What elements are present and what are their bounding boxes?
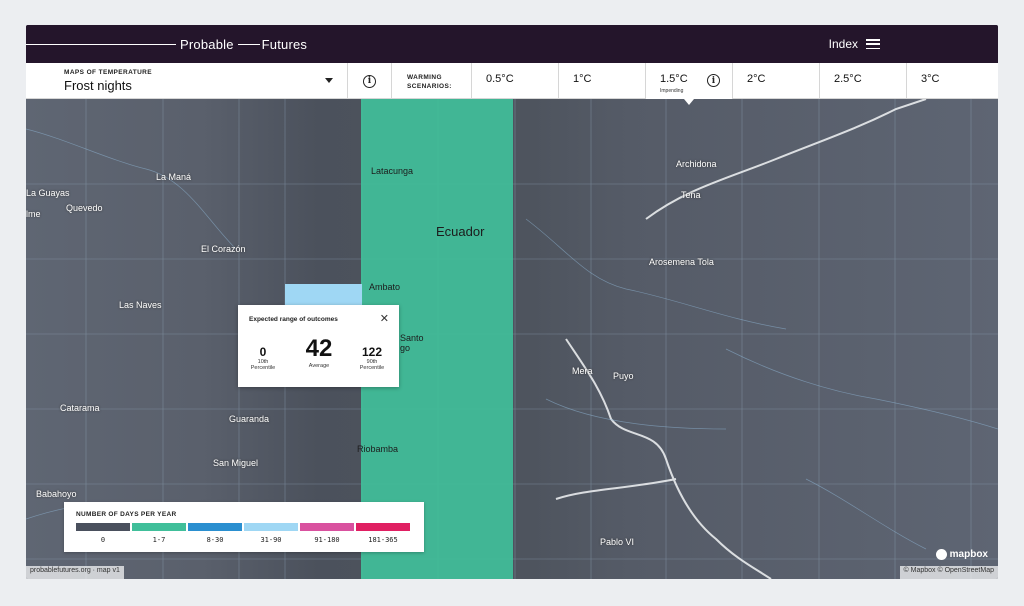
logo-line [237, 43, 260, 45]
map-label-san-miguel: San Miguel [213, 458, 259, 468]
map-label-riobamba: Riobamba [357, 444, 399, 454]
map-label-arosemena-tola: Arosemena Tola [649, 257, 714, 267]
map-title: Frost nights [64, 78, 132, 93]
map-label-la-guayas: La Guayas [26, 188, 70, 198]
legend: NUMBER OF DAYS PER YEAR 0 1-7 8-30 31-90… [64, 502, 424, 552]
map-label-tena: Tena [681, 190, 701, 200]
map-label-ecuador: Ecuador [436, 224, 485, 239]
legend-label: 8-30 [206, 536, 224, 544]
map-label-mera: Mera [572, 366, 593, 376]
map-label-guaranda: Guaranda [229, 414, 270, 424]
app-frame: Probable Futures Index MAPS OF TEMPERATU… [26, 25, 998, 579]
map-category: MAPS OF TEMPERATURE [64, 69, 153, 76]
index-label: Index [828, 37, 858, 51]
logo[interactable]: Probable Futures [26, 25, 307, 63]
mapbox-icon [935, 549, 947, 560]
scenario-label: 2.5°C [834, 73, 862, 85]
warming-label-line1: WARMING [407, 74, 442, 81]
index-menu-button[interactable]: Index [829, 25, 880, 63]
mapbox-logo[interactable]: mapbox [935, 549, 988, 560]
legend-title: NUMBER OF DAYS PER YEAR [76, 511, 177, 518]
attribution-left[interactable]: probablefutures.org · map v1 [26, 566, 124, 579]
map-label-las-naves: Las Naves [119, 300, 162, 310]
legend-swatch-4 [300, 523, 354, 531]
info-icon[interactable]: i [707, 74, 720, 87]
map-label-archidona: Archidona [676, 159, 717, 169]
scenario-label: 1°C [573, 73, 592, 85]
legend-label: 91-180 [314, 536, 340, 544]
legend-label: 31-90 [260, 536, 282, 544]
scenario-label: 1.5°C [660, 73, 688, 85]
scenario-0-5[interactable]: 0.5°C [472, 63, 559, 99]
map-label-la-mana: La Maná [156, 172, 192, 182]
scenario-label: 0.5°C [486, 73, 514, 85]
popup-title: Expected range of outcomes [249, 316, 338, 323]
legend-label: 181-365 [368, 536, 398, 544]
stat-90th: 122 90th Percentile [354, 345, 390, 371]
logo-word-probable: Probable [180, 36, 234, 52]
active-pointer [684, 99, 694, 105]
legend-swatch-1 [132, 523, 186, 531]
stat-label: Percentile [250, 365, 276, 371]
caret-down-icon [325, 78, 333, 83]
map-label-quevedo: Quevedo [66, 203, 103, 213]
stat-value: 0 [259, 345, 267, 359]
map-info-button[interactable]: i [348, 63, 392, 99]
legend-swatch-2 [188, 523, 242, 531]
attribution-right[interactable]: © Mapbox © OpenStreetMap [899, 566, 998, 579]
map-label-pablo-vi: Pablo VI [600, 537, 635, 547]
legend-label: 0 [100, 536, 106, 544]
legend-swatch-0 [76, 523, 130, 531]
warming-label-line2: SCENARIOS: [407, 83, 452, 90]
mapbox-wordmark: mapbox [949, 549, 988, 560]
stat-label: Average [308, 363, 330, 369]
stat-value: 42 [305, 335, 333, 362]
scenario-sublabel: Impending [660, 88, 684, 94]
map-label-santo: Santo [400, 333, 424, 343]
map-label-babahoyo: Babahoyo [36, 489, 77, 499]
scenario-2-5[interactable]: 2.5°C [820, 63, 907, 99]
legend-label: 1-7 [152, 536, 166, 544]
map-selector-dropdown[interactable]: MAPS OF TEMPERATURE Frost nights [26, 63, 348, 99]
legend-swatch-5 [356, 523, 410, 531]
legend-swatch-3 [244, 523, 298, 531]
map-label-go: go [400, 343, 411, 353]
controls-bar: MAPS OF TEMPERATURE Frost nights i WARMI… [26, 63, 998, 105]
info-icon: i [363, 74, 376, 88]
stat-10th: 0 10th Percentile [248, 345, 278, 371]
close-icon[interactable]: ✕ [380, 312, 389, 325]
map-label-el-corazon: El Corazón [201, 244, 246, 254]
logo-word-futures: Futures [261, 36, 308, 52]
scenario-label: 3°C [921, 73, 940, 85]
stat-value: 122 [361, 345, 383, 359]
map-label-catarama: Catarama [60, 403, 100, 413]
scenario-1[interactable]: 1°C [559, 63, 646, 99]
top-bar: Probable Futures Index [26, 25, 998, 63]
hamburger-icon [866, 39, 880, 49]
warming-scenarios-label: WARMING SCENARIOS: [392, 63, 472, 99]
scenario-1-5[interactable]: 1.5°C Impending i [646, 63, 733, 105]
scenario-2[interactable]: 2°C [733, 63, 820, 99]
logo-line [26, 43, 176, 45]
stat-label: Percentile [359, 365, 385, 371]
map-label-ambato: Ambato [369, 282, 401, 292]
scenario-3[interactable]: 3°C [907, 63, 998, 99]
map-label-puyo: Puyo [613, 371, 634, 381]
outcome-popup: Expected range of outcomes ✕ 0 10th Perc… [238, 305, 399, 387]
map-label-latacunga: Latacunga [371, 166, 414, 176]
stat-average: 42 Average [298, 335, 340, 369]
scenario-label: 2°C [747, 73, 766, 85]
map-label-lme: lme [26, 209, 41, 219]
